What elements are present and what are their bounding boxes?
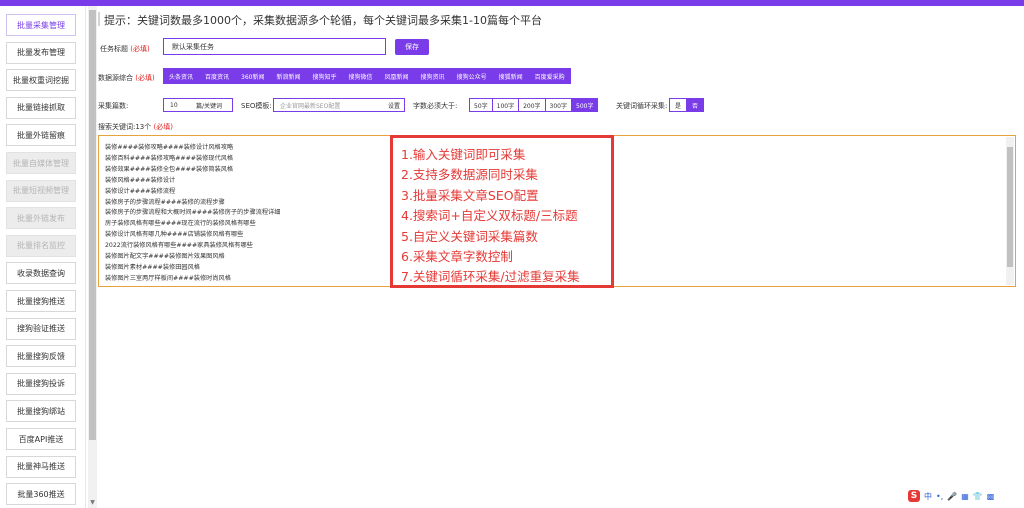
count-unit: 篇/关键词 <box>196 102 223 110</box>
ime-toolbar: S 中 •, 🎤 ▦ 👕 ▩ <box>908 490 994 502</box>
word-count-option[interactable]: 50字 <box>469 98 493 112</box>
feature-callout: 1.输入关键词即可采集 2.支持多数据源同时采集 3.批量采集文章SEO配置 4.搜索… <box>390 135 614 288</box>
loop-option[interactable]: 否 <box>686 98 705 112</box>
callout-line: 1.输入关键词即可采集 <box>401 147 526 162</box>
loop-label: 关键词循环采集: <box>616 102 668 110</box>
source-option[interactable]: 新浪新闻 <box>270 68 306 84</box>
sources-required: (必填) <box>135 74 155 82</box>
sidebar-item[interactable]: 批量360推送 <box>6 483 76 506</box>
scroll-down-icon[interactable]: ▼ <box>89 499 96 506</box>
page-scrollbar-thumb[interactable] <box>89 10 96 440</box>
sidebar-item[interactable]: 批量神马推送 <box>6 455 76 478</box>
task-title-label-text: 任务标题 <box>100 45 128 53</box>
source-option[interactable]: 搜狐新闻 <box>493 68 529 84</box>
word-count-option[interactable]: 300字 <box>544 98 572 112</box>
source-option[interactable]: 360新闻 <box>235 68 270 84</box>
sidebar: 批量采集管理 批量发布管理 批量权重词挖掘 批量链接抓取 批量外链留痕 批量自媒体管理 批量… <box>0 6 86 508</box>
sidebar-item[interactable]: 收录数据查询 <box>6 262 76 285</box>
page-scrollbar[interactable]: ▼ <box>88 6 97 508</box>
sidebar-item[interactable]: 批量搜狗推送 <box>6 290 76 312</box>
word-count-option[interactable]: 500字 <box>571 98 599 112</box>
sidebar-item[interactable]: 批量链接抓取 <box>6 96 76 119</box>
task-title-label: 任务标题 (必填) <box>100 44 150 54</box>
keyword-line: 2022流行装修风格有哪些####家具装修风格有哪些 <box>105 242 253 250</box>
keyword-line: 装修百科####装修攻略####装修现代风格 <box>105 154 234 162</box>
sources-label-text: 数据源综合 <box>98 74 133 82</box>
sidebar-item[interactable]: 批量权重词挖掘 <box>6 69 76 92</box>
source-option[interactable]: 百度资讯 <box>199 68 235 84</box>
sidebar-item[interactable]: 批量发布管理 <box>6 41 76 64</box>
source-option[interactable]: 头条资讯 <box>163 68 199 84</box>
keyboard-icon[interactable]: ▦ <box>961 492 969 501</box>
keyword-line: 装修效果####装修全包####装修简装风格 <box>105 165 234 173</box>
keyword-line: 装修设计风格有哪几种####店铺装修风格有哪些 <box>105 231 244 239</box>
sogou-logo-icon[interactable]: S <box>908 490 920 502</box>
word-count-label: 字数必须大于: <box>413 102 458 110</box>
sidebar-item[interactable]: 批量搜狗绑站 <box>6 400 76 423</box>
callout-line: 4.搜索词+自定义双标题/三标题 <box>401 208 578 224</box>
sidebar-item[interactable]: 批量采集管理 <box>6 14 76 36</box>
save-button[interactable]: 保存 <box>395 39 429 55</box>
keywords-label: 搜索关键词:13个 (必填) <box>98 122 173 132</box>
keyword-line: 装修图片三室两厅样板间####装修时尚风格 <box>105 274 231 282</box>
word-count-options: 50字 100字 200字 300字 500字 <box>469 98 599 112</box>
punctuation-icon[interactable]: •, <box>936 492 943 501</box>
keyword-line: 装修####装修攻略####装修设计风格攻略 <box>105 144 234 151</box>
toolbox-icon[interactable]: ▩ <box>987 492 995 501</box>
microphone-icon[interactable]: 🎤 <box>947 492 957 501</box>
main-panel: 提示：关键词数最多1000个，采集数据源多个轮循，每个关键词最多采集1-10篇每… <box>98 6 1024 508</box>
seo-template-placeholder: 企业官网最新SEO配置 <box>280 102 341 110</box>
seo-template-input[interactable]: 企业官网最新SEO配置 设置 <box>273 98 405 112</box>
keyword-line: 装修图片素材####装修田园风格 <box>105 263 200 271</box>
hint-text: 提示：关键词数最多1000个，采集数据源多个轮循，每个关键词最多采集1-10篇每… <box>104 14 542 27</box>
count-input[interactable]: 10 篇/关键词 <box>163 98 233 112</box>
loop-options: 是否 <box>669 98 705 112</box>
sidebar-item[interactable]: 批量外链留痕 <box>6 124 76 147</box>
keyword-line: 装修风格####装修设计 <box>105 176 176 184</box>
task-title-input[interactable]: 默认采集任务 <box>163 38 386 55</box>
keyword-line: 装修房子的步骤流程和大概时间####装修房子的步骤流程详细 <box>105 209 281 217</box>
loop-option[interactable]: 是 <box>669 98 688 112</box>
sidebar-item: 批量自媒体管理 <box>6 152 76 174</box>
word-count-option[interactable]: 200字 <box>518 98 546 112</box>
keywords-required: (必填) <box>153 123 173 131</box>
source-selector: 头条资讯 百度资讯 360新闻 新浪新闻 搜狗知乎 搜狗微信 凤凰新闻 搜狗资讯 搜狗公众号 搜狐… <box>163 68 571 84</box>
word-count-option[interactable]: 100字 <box>491 98 520 112</box>
source-option[interactable]: 搜狗知乎 <box>307 68 343 84</box>
source-option[interactable]: 搜狗资讯 <box>415 68 451 84</box>
callout-line: 5.自定义关键词采集篇数 <box>401 228 538 244</box>
seo-settings-button[interactable]: 设置 <box>388 101 400 110</box>
hint-divider <box>98 12 100 26</box>
callout-line: 7.关键词循环采集/过滤重复采集 <box>401 269 580 285</box>
count-value: 10 <box>170 101 178 109</box>
callout-line: 6.采集文章字数控制 <box>401 249 513 264</box>
callout-line: 3.批量采集文章SEO配置 <box>401 187 539 203</box>
source-option[interactable]: 凤凰新闻 <box>379 68 415 84</box>
sidebar-item: 批量外链发布 <box>6 207 76 230</box>
keyword-line: 装修图片配文字####装修图片效果图风格 <box>105 253 225 260</box>
skin-icon[interactable]: 👕 <box>973 492 983 501</box>
keywords-label-text: 搜索关键词:13个 <box>98 123 152 131</box>
sidebar-item[interactable]: 批量搜狗投诉 <box>6 372 76 395</box>
keyword-line: 装修设计####装修流程 <box>105 187 176 195</box>
keyword-line: 装修房子的步骤流程####装修的流程步骤 <box>105 198 225 206</box>
chinese-mode-icon[interactable]: 中 <box>924 491 932 502</box>
sidebar-item: 批量短视频管理 <box>6 179 76 202</box>
source-option[interactable]: 百度爱采购 <box>529 68 571 84</box>
keyword-line: 房子装修风格有哪些####现在流行的装修风格有哪些 <box>105 220 256 228</box>
sidebar-item: 批量排名监控 <box>6 234 76 257</box>
task-title-required: (必填) <box>130 45 150 53</box>
textarea-scrollbar-thumb[interactable] <box>1007 147 1013 267</box>
seo-template-label: SEO模板: <box>241 102 272 110</box>
sidebar-item[interactable]: 批量搜狗反馈 <box>6 345 76 368</box>
textarea-scrollbar[interactable] <box>1006 137 1014 285</box>
sources-label: 数据源综合 (必填) <box>98 73 155 83</box>
sidebar-item[interactable]: 搜狗验证推送 <box>6 317 76 340</box>
callout-line: 2.支持多数据源同时采集 <box>401 167 538 183</box>
count-label: 采集篇数: <box>98 102 129 110</box>
source-option[interactable]: 搜狗公众号 <box>451 68 493 84</box>
source-option[interactable]: 搜狗微信 <box>343 68 379 84</box>
sidebar-item[interactable]: 百度API推送 <box>6 428 76 450</box>
